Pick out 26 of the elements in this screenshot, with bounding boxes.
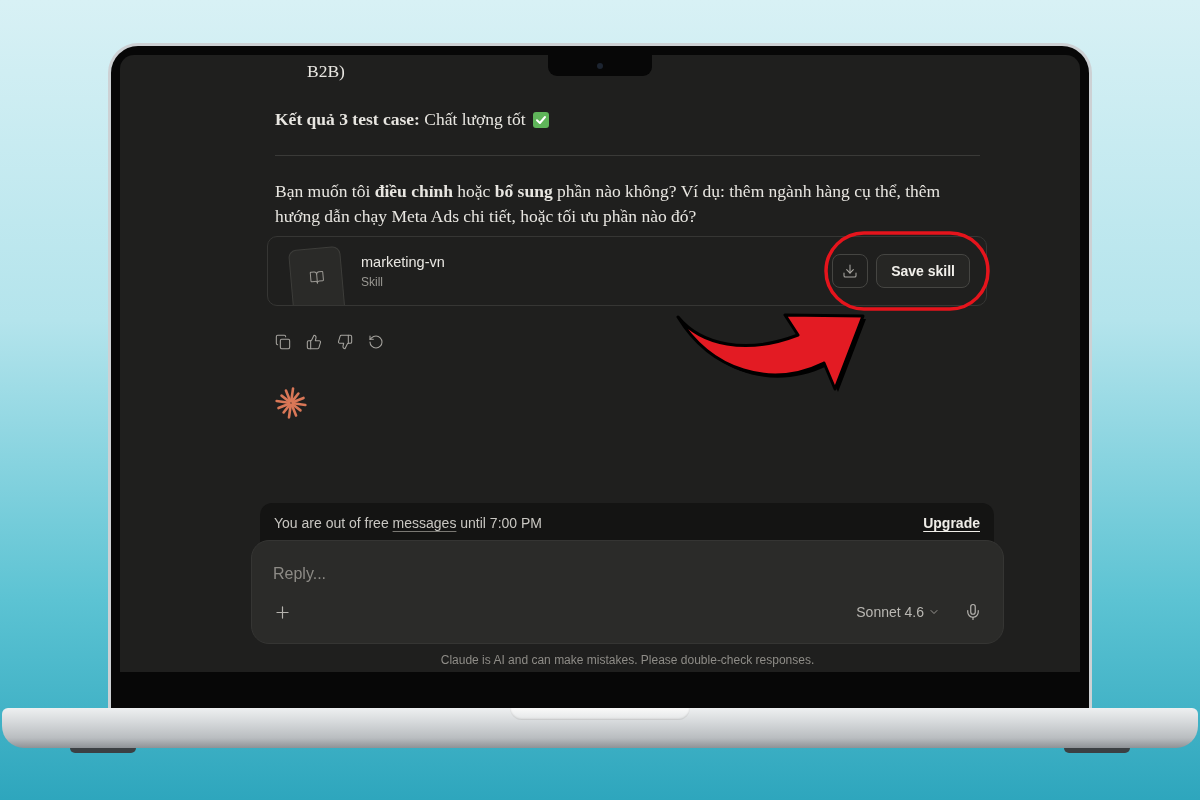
skill-type: Skill: [361, 274, 384, 290]
model-selector[interactable]: Sonnet 4.6: [856, 604, 940, 620]
camera-lens-icon: [597, 62, 603, 69]
laptop-foot: [70, 748, 136, 753]
save-skill-button[interactable]: Save skill: [876, 254, 970, 288]
list-item-text: B2B): [307, 60, 345, 83]
download-button[interactable]: [832, 254, 869, 288]
follow-up-question: Bạn muốn tôi điều chỉnh hoặc bổ sung phần nào không? Ví dụ: thêm ngành hàng cụ thể, thêm hướng dẫn chạy Meta Ads chi tiết, hoặc tối ưu phần nào đó?: [275, 180, 942, 228]
result-summary: Kết quả 3 test case: Chất lượng tốt: [275, 108, 526, 131]
microphone-icon[interactable]: [964, 603, 982, 621]
thumbs-up-icon[interactable]: [306, 334, 322, 350]
thumbs-down-icon[interactable]: [337, 334, 353, 350]
reply-field[interactable]: Reply...: [273, 559, 982, 589]
starburst-icon: [275, 387, 307, 419]
laptop-foot: [1064, 748, 1130, 753]
download-icon: [842, 263, 859, 279]
book-icon: [308, 269, 325, 286]
copy-icon[interactable]: [275, 334, 291, 350]
messages-link[interactable]: messages: [392, 515, 457, 531]
check-mark-icon: [532, 111, 549, 128]
upgrade-link[interactable]: Upgrade: [923, 514, 980, 532]
disclaimer-text: Claude is AI and can make mistakes. Please double-check responses.: [439, 652, 816, 668]
retry-icon[interactable]: [368, 334, 384, 350]
skill-name: marketing-vn: [361, 252, 445, 271]
usage-limit-message: You are out of free messages until 7:00 PM: [274, 514, 543, 532]
composer-panel[interactable]: Reply... Sonnet 4.6: [251, 540, 1004, 644]
